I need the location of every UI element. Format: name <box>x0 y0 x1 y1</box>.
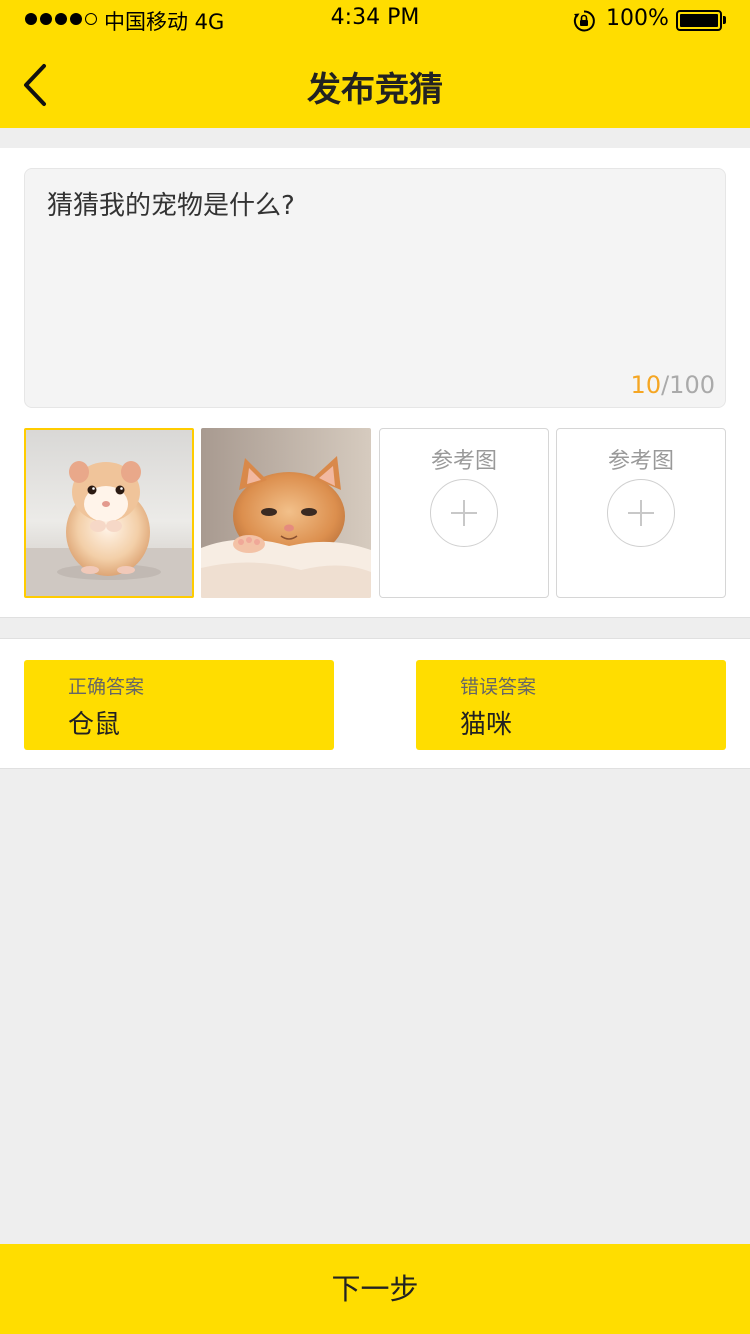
reference-image-label: 参考图 <box>430 449 497 474</box>
hamster-photo <box>26 430 192 596</box>
image-slot-kitten[interactable] <box>201 428 371 598</box>
char-count-current: 10 <box>630 371 662 399</box>
page-title: 发布竞猜 <box>307 70 443 110</box>
question-input[interactable]: 猜猜我的宠物是什么? 10/100 <box>24 168 726 408</box>
chevron-left-icon <box>24 64 46 106</box>
correct-answer-label: 正确答案 <box>68 676 145 698</box>
correct-answer-button[interactable]: 正确答案 仓鼠 <box>24 660 334 750</box>
wrong-answer-button[interactable]: 错误答案 猫咪 <box>416 660 726 750</box>
battery-icon <box>676 10 722 31</box>
reference-image-label: 参考图 <box>607 449 674 474</box>
reference-image-slot[interactable]: 参考图 <box>556 428 726 598</box>
nav-bar: 发布竞猜 <box>0 40 750 128</box>
status-bar: 中国移动 4G 4:34 PM 100% <box>0 0 750 40</box>
answers-card: 正确答案 仓鼠 错误答案 猫咪 <box>0 638 750 769</box>
char-count-max: /100 <box>661 371 715 399</box>
char-counter: 10/100 <box>631 371 715 399</box>
next-step-button[interactable]: 下一步 <box>0 1244 750 1334</box>
image-slot-hamster[interactable] <box>24 428 194 598</box>
back-button[interactable] <box>14 54 74 114</box>
wrong-answer-value: 猫咪 <box>460 710 513 740</box>
rotation-lock-icon <box>573 10 595 32</box>
battery-percentage: 100% <box>606 6 669 31</box>
plus-icon <box>430 479 498 547</box>
kitten-photo <box>201 428 371 598</box>
reference-image-slot[interactable]: 参考图 <box>379 428 549 598</box>
correct-answer-value: 仓鼠 <box>68 710 121 740</box>
question-text: 猜猜我的宠物是什么? <box>47 191 295 221</box>
wrong-answer-label: 错误答案 <box>460 676 537 698</box>
compose-card: 猜猜我的宠物是什么? 10/100 参考图 参考图 <box>0 148 750 618</box>
plus-icon <box>607 479 675 547</box>
